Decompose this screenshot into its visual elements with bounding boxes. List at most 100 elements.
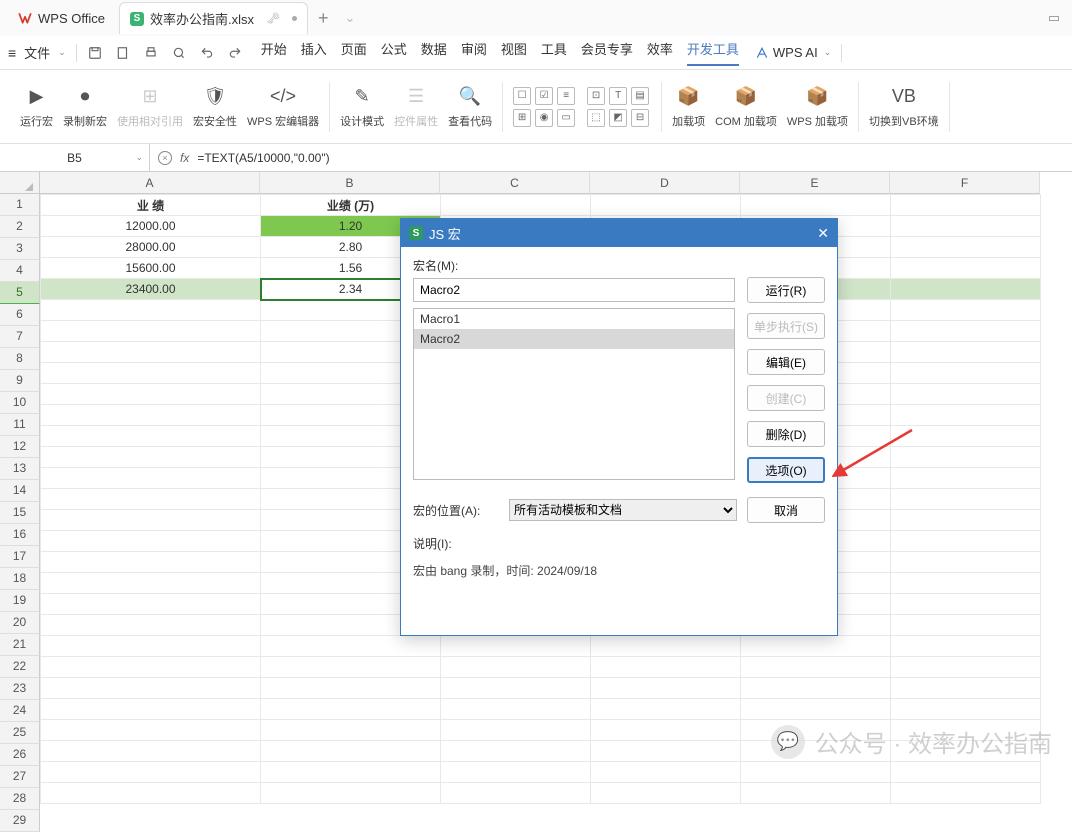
row-header[interactable]: 7 — [0, 326, 40, 348]
cell[interactable]: 23400.00 — [41, 279, 261, 300]
run-macro-button[interactable]: ▶运行宏 — [20, 85, 53, 129]
cell[interactable] — [41, 489, 261, 510]
cell[interactable] — [261, 783, 441, 804]
ribbon-tab[interactable]: 视图 — [501, 39, 527, 66]
ctrl-icon[interactable]: ⬚ — [587, 109, 605, 127]
hamburger-icon[interactable]: ≡ — [8, 45, 16, 61]
ribbon-tab[interactable]: 页面 — [341, 39, 367, 66]
col-header[interactable]: B — [260, 172, 440, 194]
cell[interactable] — [591, 699, 741, 720]
cancel-formula-icon[interactable]: × — [158, 151, 172, 165]
cell[interactable] — [41, 342, 261, 363]
row-header[interactable]: 14 — [0, 480, 40, 502]
row-header[interactable]: 22 — [0, 656, 40, 678]
ribbon-tab[interactable]: 效率 — [647, 39, 673, 66]
cell[interactable] — [891, 321, 1041, 342]
cell[interactable] — [441, 678, 591, 699]
wps-addins-button[interactable]: 📦WPS 加载项 — [787, 85, 848, 129]
cell[interactable] — [41, 573, 261, 594]
cell[interactable] — [41, 720, 261, 741]
ctrl-icon[interactable]: ◩ — [609, 109, 627, 127]
control-palette-2[interactable]: ⊡T▤ ⬚◩⊟ — [587, 87, 651, 127]
macro-location-select[interactable]: 所有活动模板和文档 — [509, 499, 737, 521]
run-button[interactable]: 运行(R) — [747, 277, 825, 303]
cell[interactable] — [441, 636, 591, 657]
ribbon-tab[interactable]: 审阅 — [461, 39, 487, 66]
macro-editor-button[interactable]: </>WPS 宏编辑器 — [247, 85, 319, 129]
cell[interactable] — [41, 531, 261, 552]
cell[interactable] — [891, 657, 1041, 678]
cell[interactable] — [891, 405, 1041, 426]
print-icon[interactable] — [143, 45, 159, 61]
row-header[interactable]: 6 — [0, 304, 40, 326]
row-header[interactable]: 28 — [0, 788, 40, 810]
row-header[interactable]: 29 — [0, 810, 40, 832]
cell[interactable] — [261, 636, 441, 657]
macro-list[interactable]: Macro1Macro2 — [413, 308, 735, 480]
cell[interactable] — [591, 657, 741, 678]
cell[interactable] — [891, 426, 1041, 447]
col-header[interactable]: C — [440, 172, 590, 194]
cell[interactable]: 业 绩 — [41, 195, 261, 216]
cell[interactable] — [261, 741, 441, 762]
name-box-chevron-icon[interactable]: ⌄ — [135, 152, 143, 163]
cell[interactable] — [41, 783, 261, 804]
cell[interactable] — [741, 678, 891, 699]
edit-button[interactable]: 编辑(E) — [747, 349, 825, 375]
cell[interactable] — [891, 363, 1041, 384]
cell[interactable] — [41, 594, 261, 615]
ribbon-tab[interactable]: 开始 — [261, 39, 287, 66]
col-header[interactable]: A — [40, 172, 260, 194]
dialog-titlebar[interactable]: S JS 宏 ✕ — [401, 219, 837, 247]
cell[interactable] — [891, 216, 1041, 237]
new-icon[interactable] — [115, 45, 131, 61]
cell[interactable] — [41, 741, 261, 762]
cell[interactable] — [891, 258, 1041, 279]
row-header[interactable]: 21 — [0, 634, 40, 656]
cell[interactable] — [891, 762, 1041, 783]
cell[interactable] — [591, 762, 741, 783]
ctrl-icon[interactable]: ◉ — [535, 109, 553, 127]
design-mode-button[interactable]: ✎设计模式 — [340, 85, 384, 129]
cell[interactable] — [891, 594, 1041, 615]
cell[interactable] — [591, 720, 741, 741]
record-macro-button[interactable]: ⏺录制新宏 — [63, 85, 107, 129]
cell[interactable] — [41, 384, 261, 405]
file-menu[interactable]: 文件 — [24, 43, 50, 62]
dialog-close-button[interactable]: ✕ — [817, 225, 829, 242]
options-button[interactable]: 选项(O) — [747, 457, 825, 483]
cell[interactable] — [891, 615, 1041, 636]
window-mode-icon[interactable]: ▭ — [1044, 10, 1064, 26]
name-box[interactable]: B5 ⌄ — [0, 144, 150, 171]
ribbon-tab[interactable]: 工具 — [541, 39, 567, 66]
row-header[interactable]: 11 — [0, 414, 40, 436]
row-header[interactable]: 18 — [0, 568, 40, 590]
cell[interactable] — [441, 762, 591, 783]
row-header[interactable]: 13 — [0, 458, 40, 480]
ctrl-icon[interactable]: ≡ — [557, 87, 575, 105]
ribbon-tab[interactable]: 开发工具 — [687, 39, 739, 66]
ctrl-icon[interactable]: ▤ — [631, 87, 649, 105]
cell[interactable] — [891, 636, 1041, 657]
row-header[interactable]: 3 — [0, 238, 40, 260]
cell[interactable] — [41, 678, 261, 699]
cell[interactable] — [41, 552, 261, 573]
save-icon[interactable] — [87, 45, 103, 61]
view-code-button[interactable]: 🔍查看代码 — [448, 85, 492, 129]
tab-menu-chevron-icon[interactable]: ⌄ — [344, 10, 355, 26]
cell[interactable]: 12000.00 — [41, 216, 261, 237]
cell[interactable] — [441, 657, 591, 678]
row-header[interactable]: 17 — [0, 546, 40, 568]
row-header[interactable]: 16 — [0, 524, 40, 546]
cell[interactable] — [741, 636, 891, 657]
ctrl-icon[interactable]: ▭ — [557, 109, 575, 127]
cancel-button[interactable]: 取消 — [747, 497, 825, 523]
addins-button[interactable]: 📦加载项 — [672, 85, 705, 129]
row-header[interactable]: 24 — [0, 700, 40, 722]
ribbon-tab[interactable]: 公式 — [381, 39, 407, 66]
row-header[interactable]: 27 — [0, 766, 40, 788]
cell[interactable] — [891, 300, 1041, 321]
cell[interactable] — [891, 384, 1041, 405]
macro-name-input[interactable] — [413, 278, 735, 302]
cell[interactable] — [741, 783, 891, 804]
